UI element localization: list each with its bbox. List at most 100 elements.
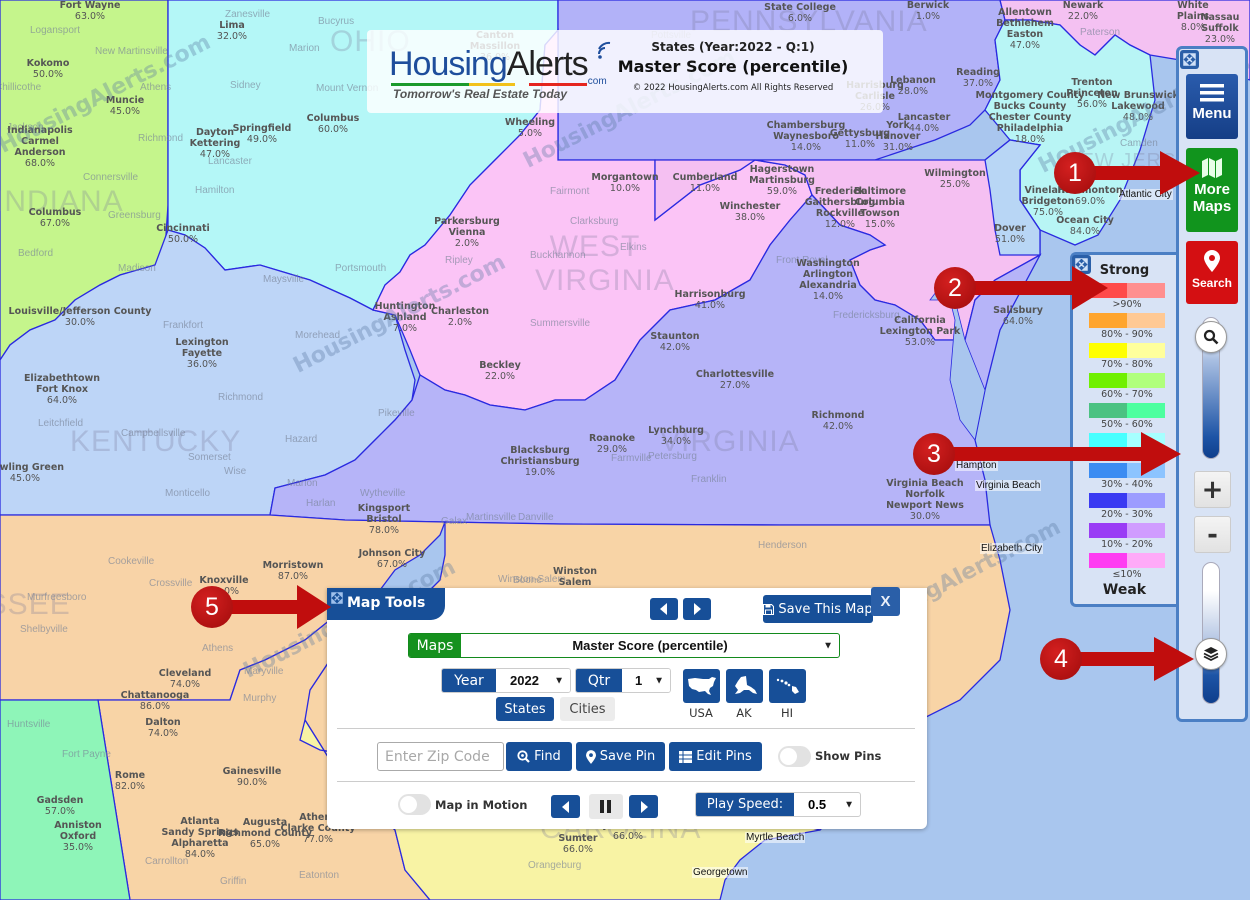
usa-region-button[interactable] bbox=[683, 669, 720, 703]
city-name: Dover bbox=[994, 223, 1026, 234]
city-label[interactable]: Wilmington 25.0% bbox=[924, 168, 986, 190]
zoom-out-button[interactable]: - bbox=[1194, 516, 1231, 553]
year-dropdown[interactable]: Year 2022 ▼ bbox=[441, 668, 571, 693]
map-tools-tab[interactable]: Map Tools bbox=[327, 588, 445, 620]
city-label[interactable]: Fort Wayne 63.0% bbox=[60, 0, 121, 22]
city-label[interactable]: Gadsden 57.0% bbox=[37, 795, 84, 817]
city-label[interactable]: Bowling Green45.0% bbox=[0, 462, 64, 484]
close-map-tools-button[interactable]: X bbox=[871, 587, 900, 616]
city-label[interactable]: Washington Arlington Alexandria 14.0% bbox=[796, 258, 860, 302]
city-label[interactable]: Parkersburg Vienna 2.0% bbox=[434, 216, 500, 249]
save-pin-label: Save Pin bbox=[599, 749, 656, 764]
city-label[interactable]: Chattanooga 86.0% bbox=[121, 690, 190, 712]
city-label[interactable]: Cumberland 11.0% bbox=[673, 172, 738, 194]
city-label[interactable]: Johnson City 67.0% bbox=[359, 548, 426, 570]
city-name: Ocean City bbox=[1056, 215, 1114, 226]
city-label[interactable]: Dalton 74.0% bbox=[145, 717, 180, 739]
city-name: Gainesville bbox=[222, 766, 282, 777]
city-name: Lancaster bbox=[897, 112, 951, 123]
city-label[interactable]: Newark 22.0% bbox=[1063, 0, 1104, 22]
city-label[interactable]: Allentown Bethlehem Easton 47.0% bbox=[996, 7, 1054, 51]
quarter-dropdown[interactable]: Qtr 1 ▼ bbox=[575, 668, 671, 693]
city-label[interactable]: Winchester 38.0% bbox=[720, 201, 781, 223]
legend-swatch bbox=[1089, 523, 1165, 538]
city-label[interactable]: Charleston 2.0% bbox=[431, 306, 489, 328]
city-label[interactable]: Lexington Fayette 36.0% bbox=[175, 337, 228, 370]
expand-icon bbox=[1183, 53, 1196, 66]
city-label[interactable]: Lima 32.0% bbox=[217, 20, 247, 42]
menu-button[interactable]: Menu bbox=[1186, 74, 1238, 139]
city-name: Washington Arlington Alexandria bbox=[796, 258, 860, 291]
states-toggle-button[interactable]: States bbox=[496, 697, 554, 721]
city-label[interactable]: Nassau Suffolk 23.0% bbox=[1201, 12, 1240, 45]
city-label[interactable]: Ocean City 84.0% bbox=[1056, 215, 1114, 237]
edit-pins-button[interactable]: Edit Pins bbox=[669, 742, 762, 771]
city-label[interactable]: Sumter 66.0% bbox=[558, 833, 597, 855]
previous-map-button[interactable] bbox=[650, 598, 678, 620]
city-label[interactable]: Augusta Richmond County 65.0% bbox=[218, 817, 312, 850]
hawaii-region-button[interactable] bbox=[769, 669, 806, 703]
alaska-region-button[interactable] bbox=[726, 669, 763, 703]
city-label[interactable]: Anniston Oxford 35.0% bbox=[54, 820, 102, 853]
expand-toolbar-button[interactable] bbox=[1180, 50, 1199, 69]
map-in-motion-toggle[interactable] bbox=[398, 794, 431, 815]
city-label[interactable]: Kingsport Bristol 78.0% bbox=[358, 503, 410, 536]
show-pins-toggle[interactable] bbox=[778, 746, 811, 767]
maps-dropdown[interactable]: Maps Master Score (percentile) ▼ bbox=[408, 633, 840, 658]
city-label[interactable]: Lynchburg 34.0% bbox=[648, 425, 704, 447]
city-label[interactable]: Elizabethtown Fort Knox 64.0% bbox=[24, 373, 100, 406]
city-percentile: 14.0% bbox=[812, 291, 844, 302]
city-label[interactable]: Louisville/Jefferson County 30.0% bbox=[9, 306, 152, 328]
city-label[interactable]: Dover 51.0% bbox=[994, 223, 1026, 245]
city-label[interactable]: California Lexington Park 53.0% bbox=[880, 315, 961, 348]
city-label[interactable]: Rome 82.0% bbox=[115, 770, 145, 792]
place-label: Richmond bbox=[218, 392, 264, 403]
city-percentile: 27.0% bbox=[719, 380, 751, 391]
play-speed-dropdown[interactable]: Play Speed: 0.5 ▼ bbox=[695, 792, 861, 817]
city-label[interactable]: Columbus 67.0% bbox=[29, 207, 82, 229]
city-label[interactable]: Staunton 42.0% bbox=[650, 331, 699, 353]
place-label: Portsmouth bbox=[335, 263, 387, 274]
city-label[interactable]: Roanoke 29.0% bbox=[589, 433, 635, 455]
city-label[interactable]: Cincinnati 50.0% bbox=[156, 223, 210, 245]
city-label[interactable]: Lancaster 44.0% bbox=[898, 112, 951, 134]
legend-item: 60% - 70% bbox=[1089, 373, 1165, 402]
city-label[interactable]: Cleveland 74.0% bbox=[159, 668, 212, 690]
city-label[interactable]: Virginia Beach Norfolk Newport News 30.0% bbox=[886, 478, 964, 522]
legend-label: 30% - 40% bbox=[1101, 479, 1153, 490]
city-label[interactable]: State College 6.0% bbox=[764, 2, 836, 24]
pause-button[interactable] bbox=[589, 794, 623, 819]
city-label[interactable]: Charlottesville 27.0% bbox=[696, 369, 774, 391]
city-label[interactable]: Springfield 49.0% bbox=[233, 123, 292, 145]
search-button[interactable]: Search bbox=[1186, 241, 1238, 304]
city-percentile: 38.0% bbox=[734, 212, 766, 223]
next-map-button[interactable] bbox=[683, 598, 711, 620]
cities-toggle-button[interactable]: Cities bbox=[560, 697, 615, 721]
play-previous-button[interactable] bbox=[551, 795, 580, 818]
city-label[interactable]: Gainesville 90.0% bbox=[223, 766, 282, 788]
save-map-button[interactable]: Save This Map bbox=[763, 595, 873, 623]
zoom-slider-handle[interactable] bbox=[1195, 320, 1227, 353]
city-label[interactable]: Harrisonburg 41.0% bbox=[675, 289, 746, 311]
city-label[interactable]: Morristown 87.0% bbox=[263, 560, 324, 582]
find-button[interactable]: Find bbox=[506, 742, 572, 771]
layer-opacity-slider[interactable] bbox=[1202, 562, 1220, 704]
city-label[interactable]: Columbus 60.0% bbox=[307, 113, 360, 135]
city-label[interactable]: Richmond 42.0% bbox=[812, 410, 865, 432]
city-label[interactable]: Kokomo 50.0% bbox=[27, 58, 70, 80]
city-label[interactable]: Beckley 22.0% bbox=[479, 360, 521, 382]
city-label[interactable]: Reading 37.0% bbox=[956, 67, 1000, 89]
save-pin-button[interactable]: Save Pin bbox=[576, 742, 665, 771]
city-label[interactable]: Morgantown 10.0% bbox=[591, 172, 658, 194]
brand-alerts: Alerts bbox=[506, 45, 589, 83]
layer-opacity-handle[interactable] bbox=[1195, 638, 1227, 671]
zip-code-input[interactable] bbox=[377, 742, 504, 771]
minus-icon: - bbox=[1207, 519, 1218, 550]
city-label[interactable]: Berwick 1.0% bbox=[907, 0, 949, 22]
legend-label: 60% - 70% bbox=[1101, 389, 1153, 400]
map-title: Master Score (percentile) bbox=[617, 57, 849, 76]
zoom-in-button[interactable]: + bbox=[1194, 471, 1231, 508]
city-label[interactable]: Baltimore Columbia Towson 15.0% bbox=[854, 186, 906, 230]
city-label[interactable]: Blacksburg Christiansburg 19.0% bbox=[500, 445, 579, 478]
play-next-button[interactable] bbox=[629, 795, 658, 818]
